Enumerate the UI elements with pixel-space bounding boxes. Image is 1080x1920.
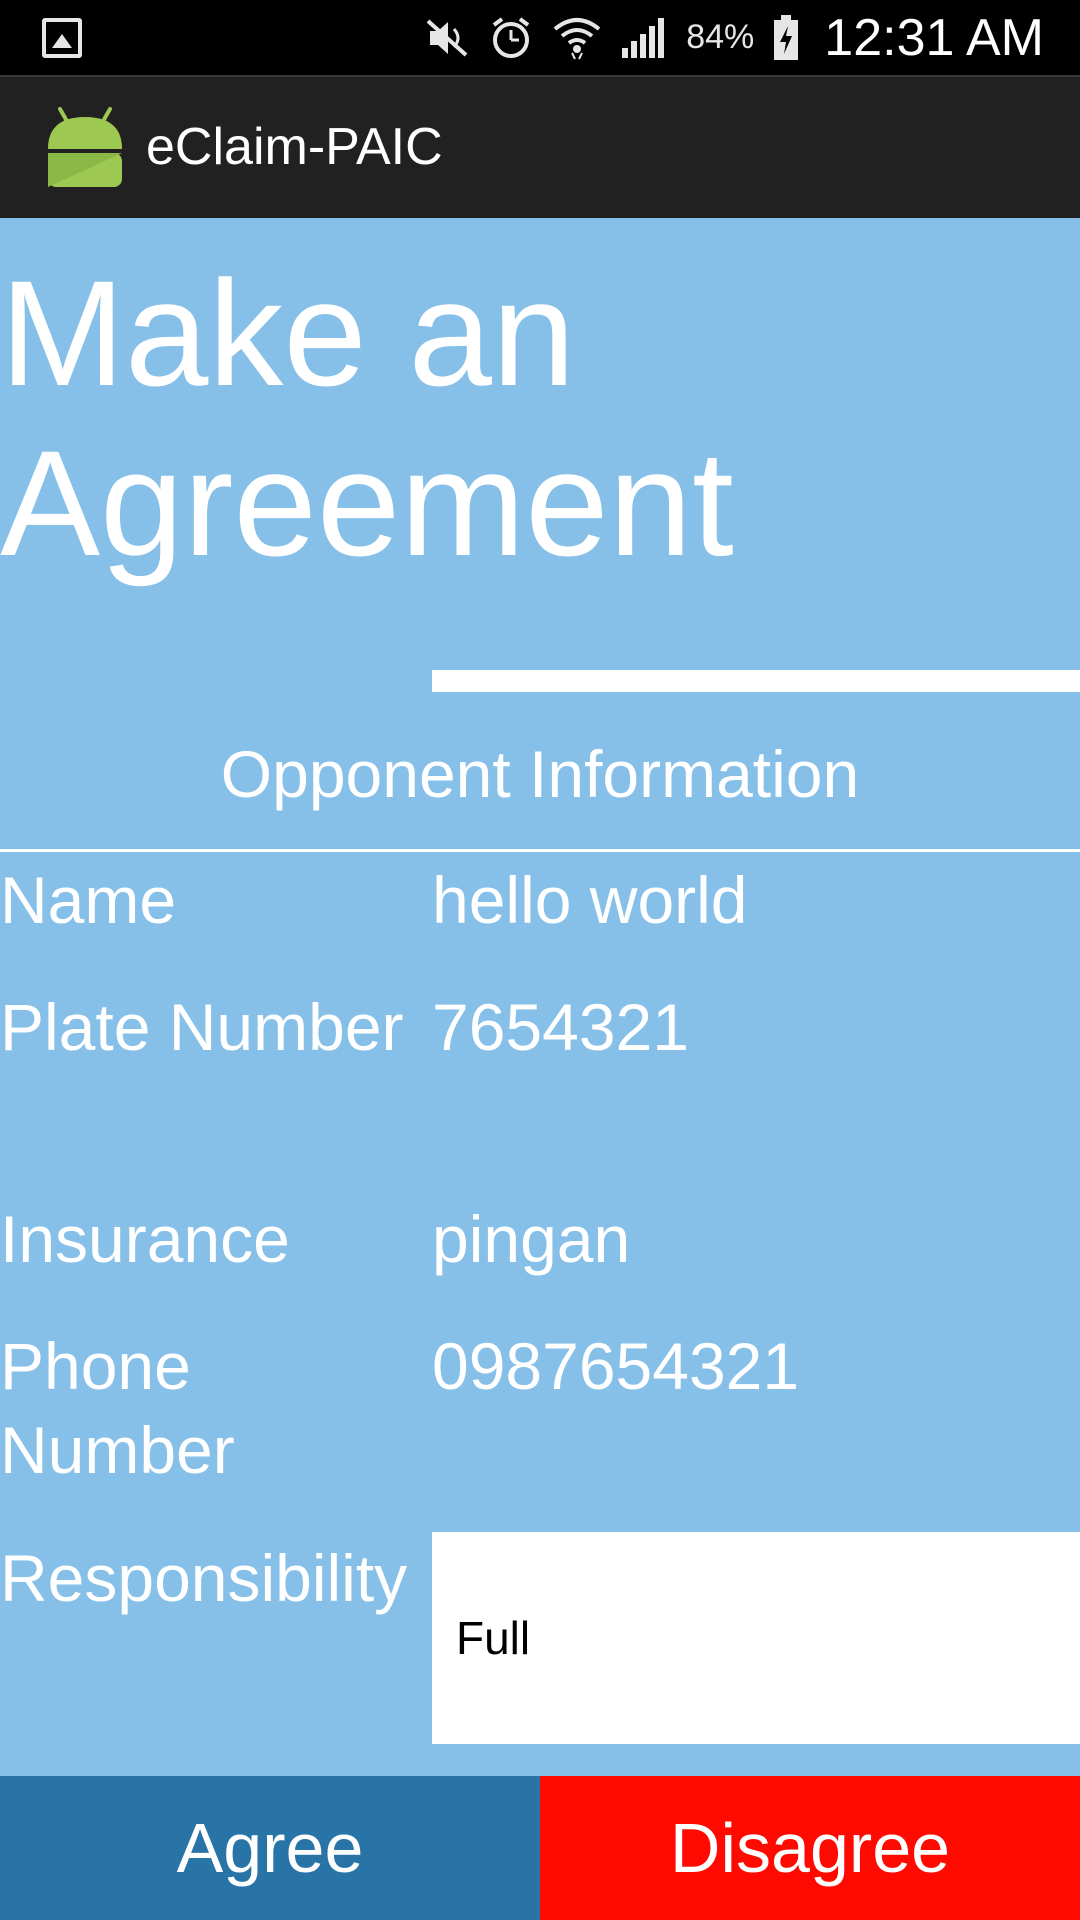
app-title: eClaim-PAIC (146, 118, 443, 176)
phone-number-value: 0987654321 (432, 1329, 800, 1403)
battery-charging-icon (774, 14, 799, 60)
agreement-content: Make an Agreement Opponent Information N… (0, 218, 1080, 1776)
status-icons: 84% 12:31 AM (424, 0, 1044, 75)
insurance-label: Insurance (0, 1202, 290, 1276)
responsibility-label: Responsibility (0, 1541, 408, 1615)
divider (0, 849, 1080, 852)
android-icon[interactable] (44, 105, 126, 191)
divider (432, 670, 1080, 692)
signal-icon (622, 17, 665, 58)
battery-percent: 84% (686, 18, 755, 56)
phone-number-label: Phone Number (0, 1329, 235, 1487)
name-value: hello world (432, 863, 748, 937)
disagree-button[interactable]: Disagree (540, 1776, 1080, 1920)
alarm-icon (493, 16, 530, 58)
app-bar: eClaim-PAIC (0, 75, 1080, 218)
agree-button[interactable]: Agree (0, 1776, 540, 1920)
gallery-icon (42, 18, 82, 58)
mute-icon (426, 19, 468, 56)
section-title: Opponent Information (220, 737, 860, 811)
plate-number-value: 7654321 (432, 990, 689, 1064)
responsibility-select[interactable]: Full (432, 1532, 1080, 1744)
status-bar: 84% 12:31 AM (0, 0, 1080, 75)
name-label: Name (0, 863, 177, 937)
clock: 12:31 AM (824, 8, 1044, 67)
insurance-value: pingan (432, 1202, 631, 1276)
wifi-icon (553, 17, 601, 59)
page-title: Make an Agreement (0, 249, 734, 587)
plate-number-label: Plate Number (0, 990, 404, 1064)
